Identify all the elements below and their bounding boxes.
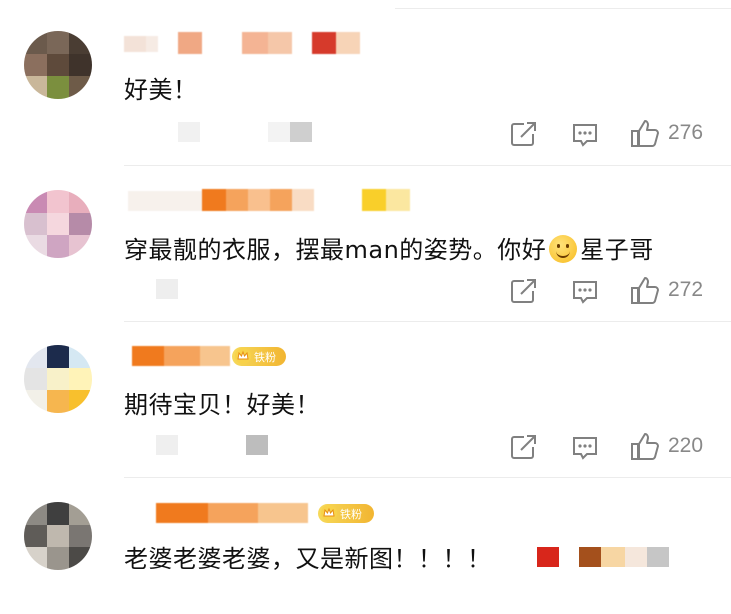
share-icon xyxy=(511,279,536,303)
comment-text: 好美！ xyxy=(124,76,198,104)
comment-text-part: 穿最靓的衣服，摆最man的姿势。你好 xyxy=(124,236,547,264)
avatar-pixel xyxy=(24,31,47,54)
thumbs-up-icon xyxy=(631,120,659,147)
comment-text: 穿最靓的衣服，摆最man的姿势。你好 星子哥 xyxy=(124,230,654,265)
avatar-pixel xyxy=(69,190,92,213)
name-pixel xyxy=(202,189,226,211)
share-icon xyxy=(511,122,536,146)
like-button[interactable]: 276 xyxy=(630,118,703,148)
like-button[interactable]: 272 xyxy=(630,275,703,305)
avatar-pixel xyxy=(46,390,70,413)
comment-item: 铁粉 老婆老婆老婆，又是新图！！！！ xyxy=(0,477,731,614)
avatar-pixel xyxy=(24,235,47,258)
comment-icon xyxy=(573,437,597,460)
badge-label: 铁粉 xyxy=(254,350,276,364)
like-count: 276 xyxy=(668,121,704,144)
name-pixel xyxy=(178,32,202,54)
avatar-pixel xyxy=(46,502,70,525)
share-button[interactable] xyxy=(510,278,538,304)
avatar[interactable] xyxy=(24,345,92,413)
avatar-pixel xyxy=(46,547,70,570)
share-icon xyxy=(511,435,536,459)
avatar-pixel xyxy=(69,212,92,236)
name-pixel xyxy=(132,346,164,366)
comment-text: 期待宝贝！好美！ xyxy=(124,391,320,419)
comment-item: 穿最靓的衣服，摆最man的姿势。你好 星子哥 272 xyxy=(0,165,731,321)
avatar[interactable] xyxy=(24,31,92,99)
name-pixel xyxy=(208,503,258,523)
fan-badge[interactable]: 铁粉 xyxy=(318,504,374,523)
avatar-pixel xyxy=(24,524,47,548)
avatar-pixel xyxy=(46,235,70,258)
like-count: 220 xyxy=(668,434,704,457)
name-pixel xyxy=(336,32,360,54)
avatar-pixel xyxy=(24,76,47,99)
share-button[interactable] xyxy=(510,121,538,147)
name-pixel xyxy=(258,503,308,523)
avatar-pixel xyxy=(46,76,70,99)
share-button[interactable] xyxy=(510,434,538,460)
avatar-pixel xyxy=(69,524,92,548)
smile-emoji-icon xyxy=(549,235,578,263)
avatar-pixel xyxy=(69,547,92,570)
like-button[interactable]: 220 xyxy=(630,431,703,461)
avatar-pixel xyxy=(24,367,47,391)
thumbs-up-icon xyxy=(631,433,659,460)
avatar-pixel xyxy=(69,31,92,54)
name-pixel xyxy=(268,32,292,54)
name-pixel xyxy=(164,346,200,366)
avatar-pixel xyxy=(69,390,92,413)
crown-icon xyxy=(235,348,251,364)
avatar-pixel xyxy=(46,524,70,548)
avatar-pixel xyxy=(24,212,47,236)
name-pixel xyxy=(362,189,386,211)
avatar-pixel xyxy=(46,367,70,391)
avatar-pixel xyxy=(24,53,47,77)
avatar-pixel xyxy=(24,190,47,213)
comment-icon xyxy=(573,281,597,304)
avatar-pixel xyxy=(46,53,70,77)
avatar-pixel xyxy=(24,390,47,413)
comment-button[interactable] xyxy=(571,122,599,148)
comment-item: 铁粉 期待宝贝！好美！ 220 xyxy=(0,321,731,477)
name-pixel xyxy=(292,189,314,211)
avatar-pixel xyxy=(46,190,70,213)
avatar-pixel xyxy=(24,502,47,525)
avatar-pixel xyxy=(69,345,92,368)
comment-text: 老婆老婆老婆，又是新图！！！！ xyxy=(124,545,492,573)
avatar[interactable] xyxy=(24,190,92,258)
badge-label: 铁粉 xyxy=(340,507,362,521)
like-count: 272 xyxy=(668,278,704,301)
comment-button[interactable] xyxy=(571,435,599,461)
name-pixel xyxy=(242,32,268,54)
avatar-pixel xyxy=(24,345,47,368)
avatar[interactable] xyxy=(24,502,92,570)
avatar-pixel xyxy=(46,345,70,368)
thumbs-up-icon xyxy=(631,277,659,304)
fan-badge[interactable]: 铁粉 xyxy=(232,347,286,366)
avatar-pixel xyxy=(69,76,92,99)
name-pixel xyxy=(312,32,336,54)
avatar-pixel xyxy=(69,502,92,525)
name-pixel xyxy=(270,189,292,211)
avatar-pixel xyxy=(69,53,92,77)
comment-icon xyxy=(573,124,597,147)
name-pixel xyxy=(248,189,270,211)
avatar-pixel xyxy=(69,367,92,391)
comment-text-part: 星子哥 xyxy=(580,236,654,264)
name-pixel xyxy=(156,503,208,523)
avatar-pixel xyxy=(24,547,47,570)
comment-item: 好美！ 276 xyxy=(0,0,731,165)
comment-button[interactable] xyxy=(571,279,599,305)
avatar-pixel xyxy=(69,235,92,258)
name-pixel xyxy=(226,189,248,211)
name-pixel xyxy=(200,346,230,366)
avatar-pixel xyxy=(46,31,70,54)
avatar-pixel xyxy=(46,212,70,236)
crown-icon xyxy=(321,505,337,521)
